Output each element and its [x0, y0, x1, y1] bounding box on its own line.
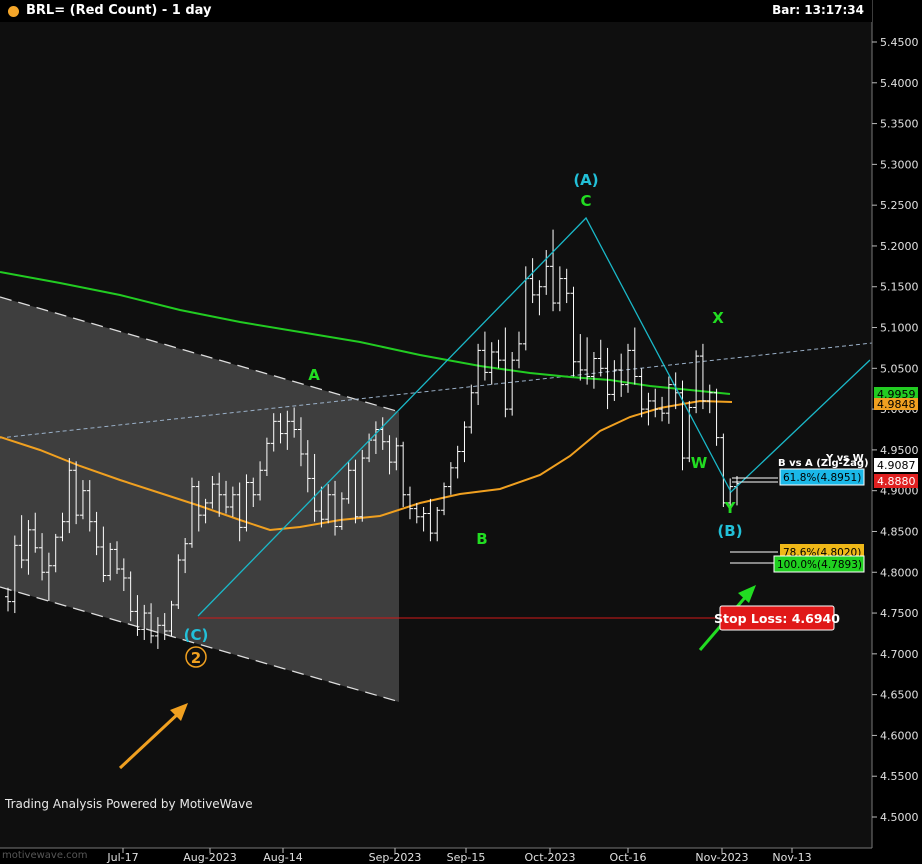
wave-label-big-b: (B)	[717, 522, 742, 540]
x-tick-label: Nov-2023	[695, 851, 748, 864]
level-text-100: 100.0%(4.7893)	[777, 559, 862, 571]
wave-label-2: 2	[191, 649, 201, 667]
y-tick-label: 5.3500	[880, 118, 919, 131]
x-tick-label: Aug-2023	[183, 851, 236, 864]
price-text-ma-orange: 4.9848	[877, 398, 916, 411]
y-tick-label: 4.6500	[880, 689, 919, 702]
price-text-red: 4.8880	[877, 475, 916, 488]
y-tick-label: 5.1500	[880, 281, 919, 294]
stop-loss-text: Stop Loss: 4.6940	[714, 611, 840, 626]
wave-label-big-c: (C)	[184, 626, 209, 644]
y-tick-label: 5.4000	[880, 77, 919, 90]
y-tick-label: 5.2500	[880, 199, 919, 212]
y-tick-label: 4.7500	[880, 607, 919, 620]
ratio-label-b-vs-a: B vs A (Zig-Zag)	[778, 458, 869, 469]
wave-label-x: X	[712, 309, 724, 327]
wave-label-w: W	[691, 454, 708, 472]
powered-by-text: Trading Analysis Powered by MotiveWave	[5, 797, 253, 811]
y-tick-label: 5.2000	[880, 240, 919, 253]
y-tick-label: 5.1000	[880, 322, 919, 335]
wave-label-c: C	[580, 192, 591, 210]
watermark-text: motivewave.com	[2, 850, 88, 861]
wave-label-big-a: (A)	[573, 171, 598, 189]
y-tick-label: 5.4500	[880, 36, 919, 49]
x-tick-label: Oct-2023	[525, 851, 576, 864]
wave-label-b: B	[476, 530, 487, 548]
chart-title: BRL= (Red Count) - 1 day	[26, 3, 212, 18]
x-tick-label: Sep-2023	[369, 851, 422, 864]
y-tick-label: 4.9500	[880, 444, 919, 457]
chart-window: A B C (A) W X Y (B) (C) 2 Y vs W B vs A …	[0, 0, 922, 864]
price-chart[interactable]: A B C (A) W X Y (B) (C) 2 Y vs W B vs A …	[0, 0, 922, 864]
wave-label-a: A	[308, 366, 320, 384]
y-tick-label: 4.5000	[880, 811, 919, 824]
y-tick-label: 5.0500	[880, 362, 919, 375]
y-tick-label: 4.8500	[880, 525, 919, 538]
price-text-last: 4.9087	[877, 459, 916, 472]
y-tick-label: 4.6000	[880, 729, 919, 742]
bar-timer: Bar: 13:17:34	[772, 3, 864, 17]
x-tick-label: Nov-13	[772, 851, 811, 864]
symbol-status-icon	[8, 6, 19, 17]
y-tick-label: 4.8000	[880, 566, 919, 579]
y-tick-label: 4.5500	[880, 770, 919, 783]
x-tick-label: Oct-16	[610, 851, 647, 864]
x-tick-label: Sep-15	[447, 851, 486, 864]
y-tick-label: 5.3000	[880, 158, 919, 171]
x-tick-label: Jul-17	[106, 851, 138, 864]
y-tick-label: 4.7000	[880, 648, 919, 661]
level-text-618: 61.8%(4.8951)	[783, 472, 861, 484]
wave-label-y: Y	[724, 499, 737, 517]
x-tick-label: Aug-14	[263, 851, 302, 864]
